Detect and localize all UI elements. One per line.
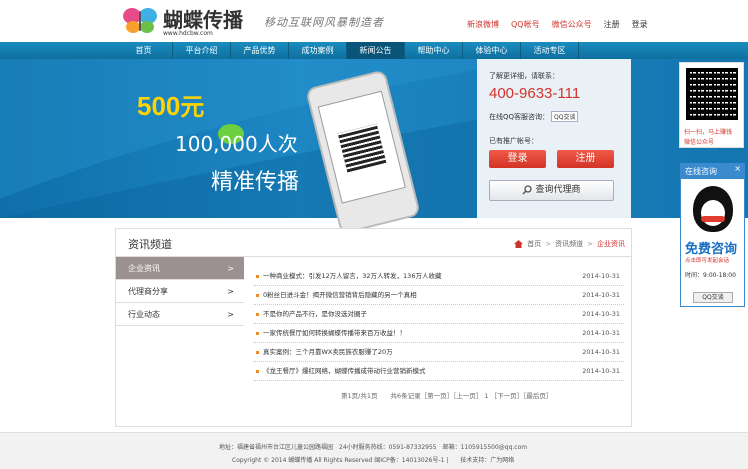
promo-precise: 精准传播 [211, 170, 300, 195]
qr-scan-text: 扫一扫，马上赚钱 [684, 129, 733, 136]
list-item[interactable]: 《龙王餐厅》爆红网络，蝴蝶传播成带动行业营销新模式 2014-10-31 [254, 362, 624, 381]
logo-title[interactable]: 蝴蝶传播 [163, 4, 243, 33]
bullet-icon [256, 370, 259, 373]
article-date: 2014-10-31 [582, 291, 620, 299]
qq-chat-button[interactable]: QQ交谈 [551, 111, 579, 122]
nav-item-advantages[interactable]: 产品优势 [231, 42, 289, 59]
article-list: 一种商业模式：引发12万人留言，32万人转发，136万人收藏 2014-10-31… [254, 267, 624, 381]
nav-item-platform[interactable]: 平台介绍 [173, 42, 231, 59]
agent-search-button[interactable]: 查询代理商 [489, 180, 614, 201]
list-item[interactable]: 不是你的产品不行，是你没选对圈子 2014-10-31 [254, 305, 624, 324]
chevron-right-icon: > [227, 287, 234, 296]
chevron-right-icon: > [227, 264, 234, 273]
footer-copyright: Copyright © 2014 蝴蝶传播 All Rights Reserve… [232, 457, 515, 464]
contact-hint: 了解更详细，请联系： [489, 72, 559, 80]
bullet-icon [256, 313, 259, 316]
wechat-qr-widget: 扫一扫，马上赚钱 微信公众号 [679, 62, 744, 148]
qq-account-link[interactable]: QQ帐号 [511, 19, 540, 30]
article-title[interactable]: 真实案例：三个月靠WX卖民族衣服赚了20万 [263, 343, 393, 362]
login-button[interactable]: 登录 [489, 150, 546, 168]
qr-account-text: 微信公众号 [684, 139, 715, 146]
header: 蝴蝶传播 www.hdcbw.com 移动互联网风暴制造者 新浪微博 QQ帐号 … [0, 0, 748, 42]
chevron-right-icon: > [227, 310, 234, 319]
free-consult-title: 免费咨询 [685, 242, 738, 257]
bullet-icon [256, 294, 259, 297]
section-title: 资讯频道 [128, 238, 172, 251]
nav-item-home[interactable]: 首页 [115, 42, 173, 59]
slogan: 移动互联网风暴制造者 [264, 16, 384, 29]
article-date: 2014-10-31 [582, 348, 620, 356]
list-item[interactable]: 0粉丝日进斗金！揭开微信营销背后隐藏的另一个真相 2014-10-31 [254, 286, 624, 305]
qr-code-icon [337, 123, 387, 173]
promo-amount: 500元 [137, 91, 205, 121]
sidebar-item-industry[interactable]: 行业动态 > [116, 303, 244, 326]
section-header: 资讯频道 首页 > 资讯频道 > 企业资讯 [116, 229, 631, 257]
breadcrumb-home[interactable]: 首页 [527, 239, 541, 249]
pagination[interactable]: 第1页/共1页 共6条记录［第一页］［上一页］ 1 ［下一页］［最后页］ [341, 390, 552, 400]
qq-consult: 在线QQ客服咨询： QQ交谈 [489, 111, 579, 122]
article-title[interactable]: 一种商业模式：引发12万人留言，32万人转发，136万人收藏 [263, 267, 441, 286]
nav-item-cases[interactable]: 成功案例 [289, 42, 347, 59]
list-item[interactable]: 真实案例：三个月靠WX卖民族衣服赚了20万 2014-10-31 [254, 343, 624, 362]
article-date: 2014-10-31 [582, 272, 620, 280]
article-date: 2014-10-31 [582, 329, 620, 337]
qq-penguin-icon [693, 186, 733, 232]
category-sidebar: 企业资讯 > 代理商分享 > 行业动态 > [116, 257, 244, 326]
main-nav: 首页 平台介绍 产品优势 成功案例 新闻公告 帮助中心 体验中心 活动专区 [0, 42, 748, 59]
qr-code-icon [686, 68, 738, 120]
search-icon [522, 184, 533, 195]
list-item[interactable]: 一种商业模式：引发12万人留言，32万人转发，136万人收藏 2014-10-31 [254, 267, 624, 286]
article-title[interactable]: 0粉丝日进斗金！揭开微信营销背后隐藏的另一个真相 [263, 286, 417, 305]
bullet-icon [256, 275, 259, 278]
article-date: 2014-10-31 [582, 367, 620, 375]
nav-item-news[interactable]: 新闻公告 [347, 42, 405, 59]
breadcrumb-current[interactable]: 企业资讯 [597, 239, 625, 249]
register-link[interactable]: 注册 [604, 19, 620, 30]
qq-chat-button[interactable]: QQ交谈 [693, 292, 733, 303]
news-section: 资讯频道 首页 > 资讯频道 > 企业资讯 企业资讯 > 代理商分享 > 行业动态 >… [115, 228, 632, 427]
nav-item-experience[interactable]: 体验中心 [463, 42, 521, 59]
bullet-icon [256, 332, 259, 335]
breadcrumb-separator: > [587, 240, 593, 248]
butterfly-logo-icon[interactable] [122, 6, 158, 34]
weibo-link[interactable]: 新浪微博 [467, 19, 499, 30]
footer-contact: 地址：福建省福州市台江区儿童公园路福园 24小时服务热线：0591-873329… [219, 444, 528, 451]
register-button[interactable]: 注册 [557, 150, 614, 168]
article-title[interactable]: 《龙王餐厅》爆红网络，蝴蝶传播成带动行业营销新模式 [263, 362, 426, 381]
home-icon [514, 240, 524, 248]
login-link[interactable]: 登录 [632, 19, 648, 30]
top-links: 新浪微博 QQ帐号 微信公众号 注册 登录 [467, 19, 648, 30]
breadcrumb-channel[interactable]: 资讯频道 [555, 239, 583, 249]
contact-panel: 了解更详细，请联系： 400-9633-111 在线QQ客服咨询： QQ交谈 已有… [477, 59, 631, 218]
article-title[interactable]: 不是你的产品不行，是你没选对圈子 [263, 305, 367, 324]
sidebar-item-agent-share[interactable]: 代理商分享 > [116, 280, 244, 303]
close-icon[interactable]: × [734, 164, 741, 173]
article-title[interactable]: 一家传统餐厅如何转换蝴蝶传播带来百万收益！！ [263, 324, 406, 343]
nav-item-events[interactable]: 活动专区 [521, 42, 579, 59]
breadcrumb-separator: > [545, 240, 552, 248]
service-hours: 时间：9:00-18:00 [685, 272, 736, 279]
wechat-link[interactable]: 微信公众号 [552, 19, 592, 30]
free-consult-sub: 点击即可发起会话 [685, 258, 730, 264]
sidebar-item-company-news[interactable]: 企业资讯 > [116, 257, 244, 280]
article-date: 2014-10-31 [582, 310, 620, 318]
online-consult-widget: 在线咨询 × 免费咨询 点击即可发起会话 时间：9:00-18:00 QQ交谈 [680, 163, 745, 307]
logo-url: www.hdcbw.com [163, 30, 213, 37]
hero-banner[interactable]: 500元 100,000人次 精准传播 [0, 59, 748, 235]
nav-item-help[interactable]: 帮助中心 [405, 42, 463, 59]
footer: 地址：福建省福州市台江区儿童公园路福园 24小时服务热线：0591-873329… [0, 432, 748, 469]
bullet-icon [256, 351, 259, 354]
breadcrumb: 首页 > 资讯频道 > 企业资讯 [514, 239, 625, 249]
promo-reach: 100,000人次 [175, 132, 298, 156]
hotline-number: 400-9633-111 [489, 85, 581, 102]
member-label: 已有推广帐号： [489, 137, 538, 145]
list-item[interactable]: 一家传统餐厅如何转换蝴蝶传播带来百万收益！！ 2014-10-31 [254, 324, 624, 343]
